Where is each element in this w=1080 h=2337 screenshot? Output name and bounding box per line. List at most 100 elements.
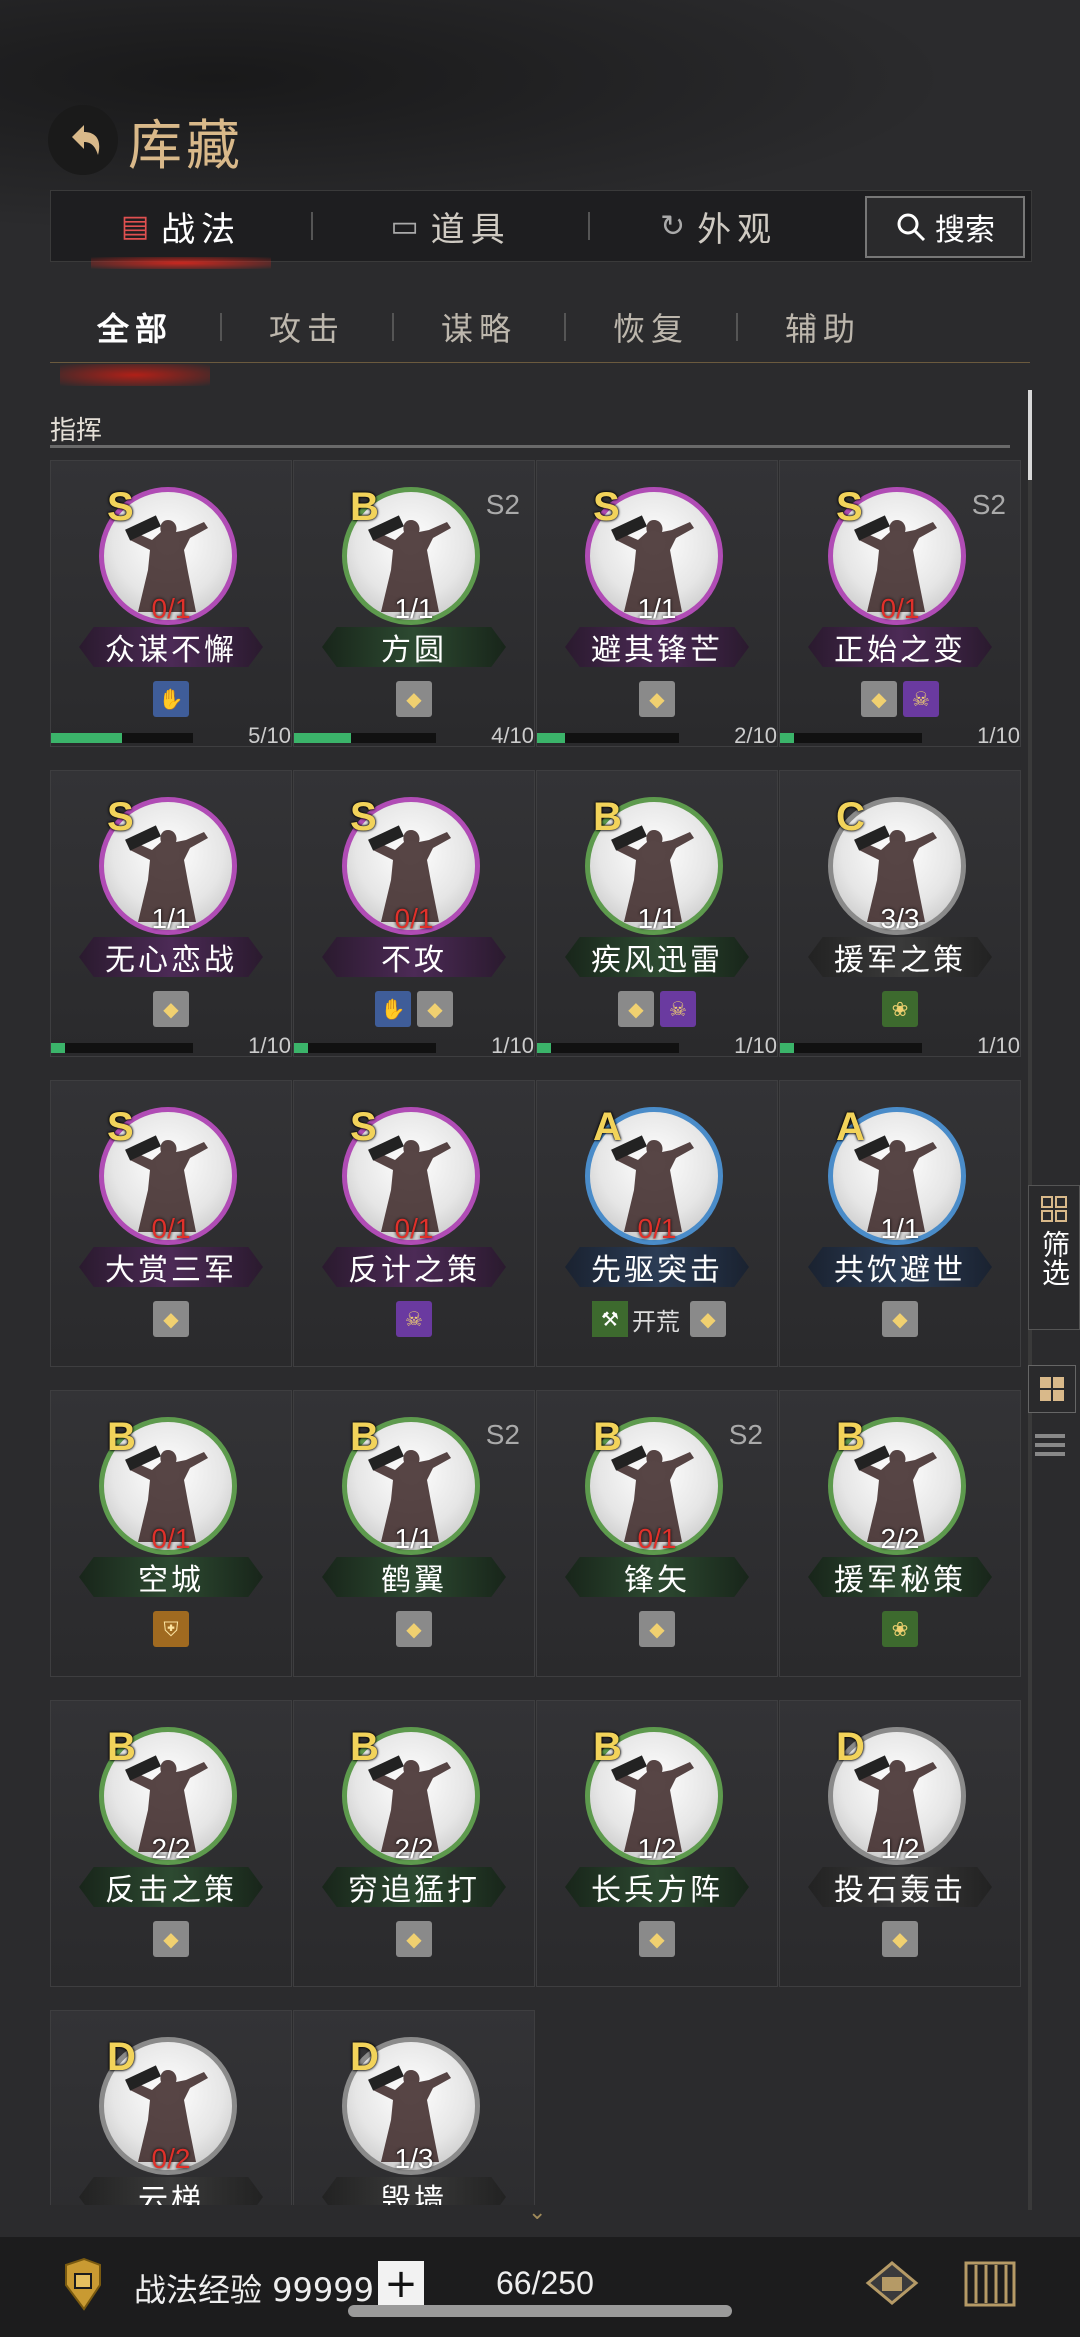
tactic-card[interactable]: B S2 0/1 锋矢 ◆ bbox=[536, 1390, 778, 1677]
tactic-card[interactable]: A 1/1 共饮避世 ◆ bbox=[779, 1080, 1021, 1367]
owned-count: 1/1 bbox=[394, 593, 434, 624]
tactic-card[interactable]: B S2 1/1 方圆 ◆ 4/10 bbox=[293, 460, 535, 748]
progress-fill bbox=[51, 733, 122, 743]
grade-badge: S bbox=[350, 1105, 377, 1149]
owned-count: 0/1 bbox=[394, 1213, 434, 1244]
decompose-button[interactable] bbox=[858, 2253, 926, 2315]
grade-badge: B bbox=[107, 1725, 136, 1769]
tactic-card[interactable]: S 1/1 无心恋战 ◆ 1/10 bbox=[50, 770, 292, 1058]
grade-badge: B bbox=[836, 1415, 865, 1459]
tactic-card[interactable]: B 1/1 疾风迅雷 ◆ ☠ 1/10 bbox=[536, 770, 778, 1058]
pouch-icon: ◆ bbox=[618, 991, 654, 1027]
progress-fill bbox=[537, 733, 566, 743]
owned-count: 0/1 bbox=[151, 1213, 191, 1244]
tactic-name: 鹤翼 bbox=[322, 1557, 506, 1597]
grid-view-icon bbox=[1040, 1377, 1064, 1401]
tag-row: ◆ bbox=[780, 1301, 1020, 1337]
subtab-recovery[interactable]: 恢复 bbox=[566, 304, 736, 350]
progress-text: 4/10 bbox=[491, 723, 534, 748]
progress-fill bbox=[294, 1043, 309, 1053]
tab-waiguan[interactable]: ↻ 外观 bbox=[590, 191, 860, 261]
chest-icon: ▭ bbox=[390, 208, 425, 244]
search-button[interactable]: 搜索 bbox=[865, 196, 1025, 258]
sub-tab-bar: 全部 攻击 谋略 恢复 辅助 bbox=[50, 292, 1030, 386]
kaihuang-label: 开荒 bbox=[632, 1307, 680, 1336]
section-title: 指挥 bbox=[50, 416, 103, 446]
progress-bar bbox=[294, 1043, 436, 1053]
progress-text: 2/10 bbox=[734, 723, 777, 748]
tactic-card[interactable]: B S2 1/1 鹤翼 ◆ bbox=[293, 1390, 535, 1677]
tab-daoju[interactable]: ▭ 道具 bbox=[313, 191, 588, 261]
tactic-card[interactable]: S 0/1 大赏三军 ◆ bbox=[50, 1080, 292, 1367]
subtab-support[interactable]: 辅助 bbox=[738, 304, 908, 350]
storage-button[interactable] bbox=[956, 2253, 1024, 2315]
tactic-card[interactable]: D 0/2 云梯 bbox=[50, 2010, 292, 2205]
tactic-card[interactable]: D 1/3 毁墙 bbox=[293, 2010, 535, 2205]
progress-bar bbox=[780, 1043, 922, 1053]
tactic-grid: S 0/1 众谋不懈 ✋ 5/10 B S2 1/1 方圆 ◆ 4/10 S 1/1 避其锋芒 ◆ 2/10 S… bbox=[50, 460, 1025, 2205]
tactic-card[interactable]: S 0/1 众谋不懈 ✋ 5/10 bbox=[50, 460, 292, 748]
tab-label: 外观 bbox=[697, 209, 778, 250]
home-indicator[interactable] bbox=[348, 2305, 732, 2317]
progress-bar bbox=[51, 733, 193, 743]
season-label: S2 bbox=[485, 1419, 520, 1450]
tactic-card[interactable]: B 1/2 长兵方阵 ◆ bbox=[536, 1700, 778, 1987]
add-exp-button[interactable]: + bbox=[378, 2261, 424, 2307]
owned-count: 1/2 bbox=[880, 1833, 920, 1864]
pouch-icon: ◆ bbox=[882, 1921, 918, 1957]
progress-bar bbox=[294, 733, 436, 743]
progress-fill bbox=[780, 1043, 795, 1053]
tactic-name: 先驱突击 bbox=[565, 1247, 749, 1287]
tactic-card[interactable]: C 3/3 援军之策 ❀ 1/10 bbox=[779, 770, 1021, 1058]
tag-row: ◆ bbox=[51, 991, 291, 1027]
progress-text: 1/10 bbox=[491, 1033, 534, 1058]
capacity-count: 66/250 bbox=[496, 2265, 594, 2301]
scroll-stack-icon bbox=[865, 2261, 919, 2305]
tactic-card[interactable]: S 0/1 不攻 ✋ ◆ 1/10 bbox=[293, 770, 535, 1058]
subtab-attack[interactable]: 攻击 bbox=[222, 304, 392, 350]
scrollbar-thumb[interactable] bbox=[1028, 390, 1032, 480]
tag-row: ✋ ◆ bbox=[294, 991, 534, 1027]
tactic-card[interactable]: A 0/1 先驱突击 ⚒ 开荒 ◆ bbox=[536, 1080, 778, 1367]
filter-button[interactable]: 筛选 bbox=[1028, 1185, 1080, 1330]
tactic-card[interactable]: B 2/2 穷追猛打 ◆ bbox=[293, 1700, 535, 1987]
tag-row: ❀ bbox=[780, 1611, 1020, 1647]
tactic-name: 反计之策 bbox=[322, 1247, 506, 1287]
pouch-icon: ◆ bbox=[153, 1921, 189, 1957]
tactic-card[interactable]: S 1/1 避其锋芒 ◆ 2/10 bbox=[536, 460, 778, 748]
tactic-card[interactable]: S 0/1 反计之策 ☠ bbox=[293, 1080, 535, 1367]
tag-row: ◆ bbox=[51, 1301, 291, 1337]
tab-zhanfa[interactable]: ▤ 战法 bbox=[51, 191, 311, 269]
pouch-icon: ◆ bbox=[153, 1301, 189, 1337]
tactic-card[interactable]: B 2/2 援军秘策 ❀ bbox=[779, 1390, 1021, 1677]
progress-text: 1/10 bbox=[734, 1033, 777, 1058]
tactic-card[interactable]: B 2/2 反击之策 ◆ bbox=[50, 1700, 292, 1987]
grid-filter-icon bbox=[1041, 1196, 1067, 1222]
grade-badge: S bbox=[350, 795, 377, 839]
back-button[interactable] bbox=[48, 105, 118, 175]
list-view-button[interactable] bbox=[1030, 1425, 1070, 1465]
subtab-strategy[interactable]: 谋略 bbox=[394, 304, 564, 350]
progress-text: 1/10 bbox=[248, 1033, 291, 1058]
troop-icon: ❀ bbox=[882, 1611, 918, 1647]
grade-badge: B bbox=[350, 1415, 379, 1459]
owned-count: 0/1 bbox=[394, 903, 434, 934]
owned-count: 1/1 bbox=[394, 1523, 434, 1554]
skull-icon: ☠ bbox=[660, 991, 696, 1027]
owned-count: 1/1 bbox=[151, 903, 191, 934]
subtab-all[interactable]: 全部 bbox=[50, 304, 220, 386]
tag-row: ⛨ bbox=[51, 1611, 291, 1647]
page-title: 库藏 bbox=[128, 113, 244, 177]
tactic-card[interactable]: D 1/2 投石轰击 ◆ bbox=[779, 1700, 1021, 1987]
pouch-icon: ◆ bbox=[396, 681, 432, 717]
hand-icon: ✋ bbox=[375, 991, 411, 1027]
pouch-icon: ◆ bbox=[396, 1611, 432, 1647]
grid-view-button[interactable] bbox=[1028, 1365, 1076, 1413]
tactic-card[interactable]: B 0/1 空城 ⛨ bbox=[50, 1390, 292, 1677]
grade-badge: B bbox=[593, 1415, 622, 1459]
tactic-card[interactable]: S S2 0/1 正始之变 ◆ ☠ 1/10 bbox=[779, 460, 1021, 748]
owned-count: 3/3 bbox=[880, 903, 920, 934]
hand-icon: ✋ bbox=[153, 681, 189, 717]
tag-row: ◆ bbox=[51, 1921, 291, 1957]
main-tab-bar: ▤ 战法 ▭ 道具 ↻ 外观 搜索 bbox=[50, 190, 1032, 269]
